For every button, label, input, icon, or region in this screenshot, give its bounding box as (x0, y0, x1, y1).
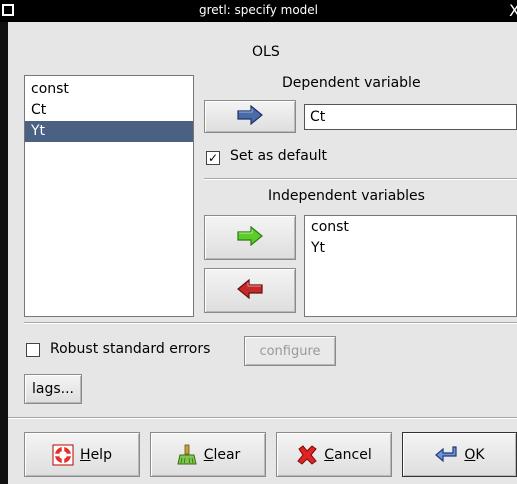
separator (24, 322, 517, 324)
remove-arrow-left-icon (236, 278, 264, 303)
arrow-right-icon (236, 104, 264, 129)
help-button[interactable]: Help (24, 432, 140, 477)
configure-button[interactable]: configure (244, 336, 336, 366)
help-lifebuoy-icon (52, 444, 74, 466)
window-titlebar[interactable]: gretl: specify model X (0, 0, 517, 22)
independent-variables-heading: Independent variables (268, 188, 425, 204)
independent-variables-list[interactable]: const Yt (304, 215, 517, 317)
broom-icon (176, 444, 198, 466)
set-default-label: Set as default (230, 148, 328, 164)
separator (204, 178, 517, 180)
estimator-label: OLS (252, 44, 280, 60)
available-variables-list[interactable]: const Ct Yt (24, 75, 194, 317)
list-item[interactable]: Ct (25, 100, 193, 121)
cancel-x-icon (296, 444, 318, 466)
help-button-label: Help (80, 446, 112, 463)
remove-independent-button[interactable] (204, 268, 296, 313)
clear-button-label: Clear (203, 446, 241, 463)
window-frame-left (0, 22, 8, 484)
robust-errors-label: Robust standard errors (50, 341, 211, 357)
dependent-variable-heading: Dependent variable (282, 75, 421, 91)
list-item[interactable]: Yt (25, 121, 193, 142)
lags-button[interactable]: lags... (24, 374, 82, 404)
close-icon[interactable]: X (509, 1, 517, 20)
cancel-button-label: Cancel (324, 446, 372, 463)
clear-button[interactable]: Clear (150, 432, 266, 477)
add-independent-button[interactable] (204, 215, 296, 260)
ok-return-arrow-icon (434, 445, 458, 465)
list-item[interactable]: const (305, 217, 516, 238)
list-item[interactable]: const (25, 79, 193, 100)
separator (8, 417, 517, 419)
add-dependent-button[interactable] (204, 100, 296, 133)
dependent-variable-field[interactable]: Ct (304, 104, 517, 130)
add-arrow-right-icon (236, 225, 264, 250)
robust-errors-checkbox[interactable] (26, 343, 40, 357)
ok-button[interactable]: OK (402, 432, 517, 477)
cancel-button[interactable]: Cancel (276, 432, 392, 477)
ok-button-label: OK (464, 446, 485, 463)
list-item[interactable]: Yt (305, 238, 516, 259)
window-title: gretl: specify model (198, 3, 319, 17)
set-default-checkbox[interactable]: ✓ (206, 151, 220, 165)
